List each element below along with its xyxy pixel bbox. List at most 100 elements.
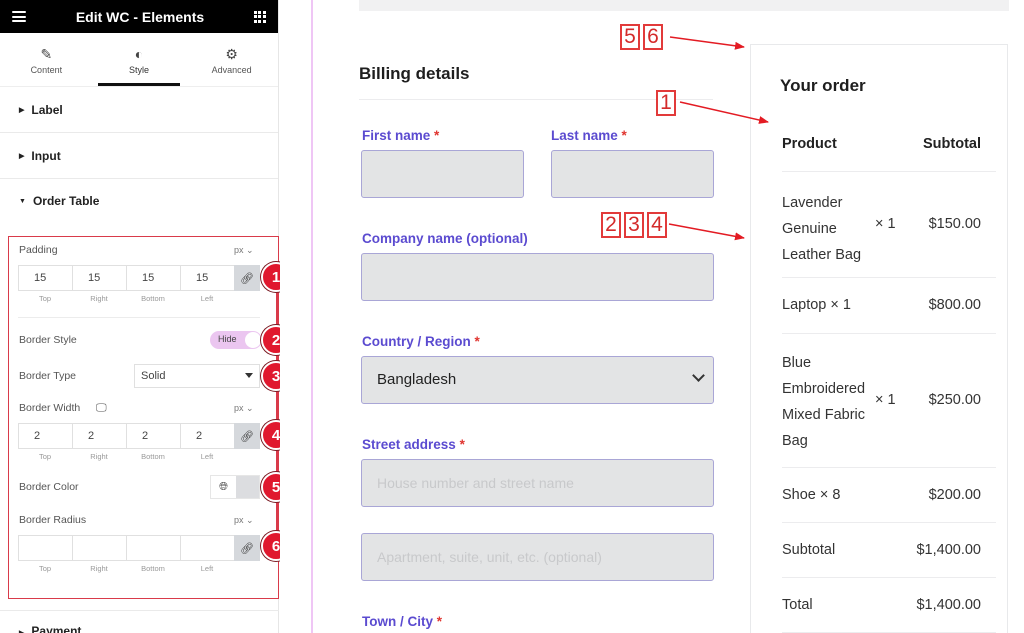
grid-icon[interactable] bbox=[253, 10, 266, 23]
billing-title: Billing details bbox=[359, 64, 470, 83]
total-label: Total bbox=[782, 597, 813, 613]
border-type-select[interactable]: Solid bbox=[134, 364, 260, 388]
padding-right-input[interactable]: 15 bbox=[72, 265, 126, 291]
divider bbox=[18, 317, 260, 318]
table-row: Laptop × 1 $800.00 bbox=[782, 278, 996, 334]
border-width-top-input[interactable]: 2 bbox=[18, 423, 72, 449]
dim-label-bottom: Bottom bbox=[141, 452, 165, 461]
tab-style[interactable]: ◐ Style bbox=[93, 33, 186, 86]
section-order-table[interactable]: ▼ Order Table bbox=[0, 179, 278, 223]
callout-2-3-4: 2 3 4 bbox=[601, 212, 667, 238]
dim-label-right: Right bbox=[90, 564, 108, 573]
section-payment[interactable]: ▶Payment bbox=[19, 624, 81, 633]
globe-icon[interactable]: 🌐︎ bbox=[211, 476, 236, 498]
border-width-dim-labels: Top Right Bottom Left bbox=[18, 452, 234, 461]
padding-bottom-input[interactable]: 15 bbox=[126, 265, 180, 291]
padding-label: Padding bbox=[19, 244, 58, 256]
border-width-bottom-input[interactable]: 2 bbox=[126, 423, 180, 449]
section-label[interactable]: ▶ Label bbox=[0, 87, 278, 133]
border-radius-unit-select[interactable]: px ⌄ bbox=[234, 515, 254, 526]
border-radius-top-input[interactable] bbox=[18, 535, 72, 561]
dim-label-top: Top bbox=[38, 564, 52, 573]
border-radius-left-input[interactable] bbox=[180, 535, 234, 561]
callout-number: 1 bbox=[656, 90, 676, 116]
section-input[interactable]: ▶ Input bbox=[0, 133, 278, 179]
panel-header: Edit WC - Elements bbox=[0, 0, 278, 33]
last-name-input[interactable] bbox=[551, 150, 714, 198]
table-row: Blue Embroidered Mixed Fabric Bag × 1 $250.… bbox=[782, 334, 996, 468]
border-type-value: Solid bbox=[141, 370, 166, 382]
dim-label-left: Left bbox=[200, 294, 214, 303]
padding-control: 15 15 15 15 🔗︎ bbox=[18, 265, 260, 291]
product-price: $150.00 bbox=[928, 216, 981, 232]
border-width-label: Border Width bbox=[19, 402, 81, 414]
padding-top-input[interactable]: 15 bbox=[18, 265, 72, 291]
section-input-title: Input bbox=[31, 148, 61, 163]
tab-advanced-label: Advanced bbox=[211, 64, 252, 75]
desktop-icon[interactable]: 🖵︎ bbox=[96, 402, 107, 415]
caret-down-icon: ▼ bbox=[19, 197, 26, 205]
color-swatch[interactable] bbox=[236, 476, 259, 498]
product-price: $250.00 bbox=[928, 392, 981, 408]
callout-number: 5 bbox=[620, 24, 640, 50]
product-name: Shoe × 8 bbox=[782, 487, 841, 503]
border-radius-bottom-input[interactable] bbox=[126, 535, 180, 561]
product-name: Blue Embroidered Mixed Fabric Bag bbox=[782, 355, 866, 449]
border-radius-label: Border Radius bbox=[19, 514, 87, 526]
city-label: Town / City * bbox=[362, 614, 443, 629]
caret-right-icon: ▶ bbox=[19, 106, 25, 114]
dim-label-left: Left bbox=[200, 564, 214, 573]
subtotal-row: Subtotal $1,400.00 bbox=[782, 523, 996, 578]
callout-1: 1 bbox=[656, 90, 676, 116]
first-name-input[interactable] bbox=[361, 150, 524, 198]
subtotal-header: Subtotal bbox=[923, 136, 981, 152]
hamburger-icon[interactable] bbox=[12, 11, 26, 22]
product-price: $200.00 bbox=[928, 487, 981, 503]
link-icon[interactable]: 🔗︎ bbox=[234, 265, 260, 291]
border-width-control: 2 2 2 2 🔗︎ bbox=[18, 423, 260, 449]
border-style-toggle[interactable]: Hide bbox=[210, 331, 262, 349]
company-name-input[interactable] bbox=[361, 253, 714, 301]
street-address-input[interactable]: House number and street name bbox=[361, 459, 714, 507]
section-label-title: Label bbox=[31, 102, 63, 117]
gear-icon: ⚙ bbox=[225, 45, 238, 62]
order-table: Product Subtotal Lavender Genuine Leather … bbox=[782, 128, 996, 633]
tab-style-label: Style bbox=[129, 64, 150, 75]
border-radius-control: 🔗︎ bbox=[18, 535, 260, 561]
apartment-input[interactable]: Apartment, suite, unit, etc. (optional) bbox=[361, 533, 714, 581]
tab-content[interactable]: ✎ Content bbox=[0, 33, 93, 86]
padding-dim-labels: Top Right Bottom Left bbox=[18, 294, 234, 303]
section-payment-title: Payment bbox=[31, 624, 82, 633]
product-qty: × 1 bbox=[875, 216, 896, 232]
tab-content-label: Content bbox=[30, 64, 63, 75]
border-color-control: 🌐︎ bbox=[210, 475, 260, 499]
padding-left-input[interactable]: 15 bbox=[180, 265, 234, 291]
country-value: Bangladesh bbox=[377, 371, 457, 388]
border-width-right-input[interactable]: 2 bbox=[72, 423, 126, 449]
border-radius-right-input[interactable] bbox=[72, 535, 126, 561]
product-qty: × 1 bbox=[875, 392, 896, 408]
link-icon[interactable]: 🔗︎ bbox=[234, 535, 260, 561]
border-width-left-input[interactable]: 2 bbox=[180, 423, 234, 449]
apartment-placeholder: Apartment, suite, unit, etc. (optional) bbox=[377, 549, 602, 565]
section-order-table-title: Order Table bbox=[32, 194, 100, 208]
border-width-unit-select[interactable]: px ⌄ bbox=[234, 403, 254, 414]
panel-title: Edit WC - Elements bbox=[75, 8, 205, 25]
country-select[interactable]: Bangladesh bbox=[361, 356, 714, 404]
callout-5-6: 5 6 bbox=[620, 24, 663, 50]
dim-label-right: Right bbox=[90, 452, 108, 461]
tab-advanced[interactable]: ⚙ Advanced bbox=[185, 33, 278, 86]
padding-unit-select[interactable]: px ⌄ bbox=[234, 245, 254, 256]
dim-label-bottom: Bottom bbox=[141, 564, 165, 573]
table-row: Lavender Genuine Leather Bag × 1 $150.00 bbox=[782, 172, 996, 278]
caret-right-icon: ▶ bbox=[19, 152, 25, 160]
link-icon[interactable]: 🔗︎ bbox=[234, 423, 260, 449]
dim-label-top: Top bbox=[38, 294, 52, 303]
toggle-text: Hide bbox=[218, 334, 237, 344]
subtotal-label: Subtotal bbox=[782, 542, 836, 558]
country-label: Country / Region * bbox=[362, 334, 480, 349]
top-strip bbox=[359, 0, 1009, 11]
section-boundary-line bbox=[311, 0, 313, 633]
border-style-label: Border Style bbox=[19, 334, 77, 346]
order-table-header: Product Subtotal bbox=[782, 128, 996, 172]
